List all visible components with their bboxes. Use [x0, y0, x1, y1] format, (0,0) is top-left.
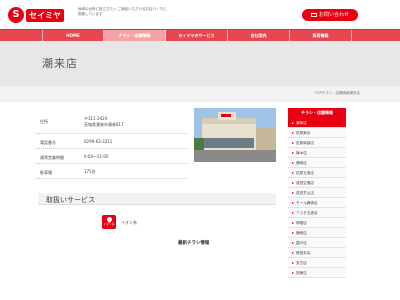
arrow-icon: [292, 152, 294, 154]
sidebar-item-sawara-nanbu[interactable]: 佐原南部店: [288, 138, 346, 148]
info-label: 駐車場: [40, 170, 52, 175]
logo-text: セイミヤ: [26, 8, 64, 22]
sidebar-item-label: 神栖店: [296, 221, 307, 225]
sidebar-item-mall-kashima[interactable]: モール鹿嶋店: [288, 198, 346, 208]
sidebar-item-itako[interactable]: 潮来店: [288, 118, 346, 128]
arrow-icon: [292, 222, 294, 224]
sidebar-item-kamisu[interactable]: 神栖店: [288, 218, 346, 228]
nav-item-services[interactable]: セイミヤのサービス: [166, 30, 228, 41]
nav-item-recruit[interactable]: 採用情報: [290, 30, 352, 41]
arrow-icon: [292, 252, 294, 254]
sidebar-item-label: アスタ玉造店: [296, 211, 318, 215]
arrow-icon: [292, 162, 294, 164]
sidebar-item-narita-shibayama[interactable]: 成田芝山店: [288, 188, 346, 198]
sidebar-item-label: 佐原南部店: [296, 141, 314, 145]
sidebar-item-label: 鹿嶋店: [296, 161, 307, 165]
sidebar-item-label: 多古店: [296, 261, 307, 265]
info-label: 通常営業時間: [40, 155, 64, 160]
sidebar-item-label: 成田芝山店: [296, 191, 314, 195]
site-header: S セイミヤ 地域の台所に役立ちたい ご満足いただけるお店づくりに挑戦しています…: [0, 0, 400, 30]
nav-item-home[interactable]: HOME: [42, 30, 104, 41]
sidebar-item-sawara-tamatsukuri[interactable]: 佐原玉造店: [288, 168, 346, 178]
sidebar-item-label: 鉾田本店: [296, 251, 311, 255]
service-label: イオン系: [121, 220, 137, 225]
arrow-icon: [292, 182, 294, 184]
latest-flyer-heading: 最新チラシ情報: [178, 241, 210, 246]
store-photo: [194, 108, 276, 162]
nav-spacer-left: [0, 30, 42, 41]
sidebar-item-label: 篠木店: [296, 151, 307, 155]
sidebar-item-narita-airport[interactable]: 成田空港店: [288, 178, 346, 188]
waon-icon: イオン系: [102, 215, 116, 229]
arrow-icon: [292, 142, 294, 144]
sidebar-heading: チラシ・店舗情報: [288, 108, 346, 118]
header-tagline: 地域の台所に役立ちたい ご満足いただけるお店づくりに挑戦しています: [78, 7, 167, 16]
info-value-phone[interactable]: 0299-63-3211: [84, 139, 112, 145]
sidebar-item-hokota-honten[interactable]: 鉾田本店: [288, 248, 346, 258]
global-nav: HOME チラシ・店舗情報 セイミヤのサービス 会社案内 採用情報: [0, 29, 400, 41]
sidebar-item-label: モール鹿嶋店: [296, 201, 318, 205]
sidebar-item-label: 佐原東店: [296, 131, 311, 135]
arrow-icon: [292, 132, 294, 134]
arrow-icon: [292, 212, 294, 214]
store-sidebar: チラシ・店舗情報 潮来店 佐原東店 佐原南部店 篠木店 鹿嶋店 佐原玉造店 成田…: [288, 108, 346, 278]
info-label: 電話番号: [40, 140, 56, 145]
page-title: 潮来店: [42, 57, 78, 70]
contact-button-label: お問い合わせ: [318, 12, 349, 18]
arrow-icon: [292, 202, 294, 204]
contact-button[interactable]: お問い合わせ: [302, 9, 358, 21]
breadcrumb[interactable]: TOPチラシ・店舗情報潮来店: [315, 91, 360, 96]
sidebar-item-asta-tamatsukuri[interactable]: アスタ玉造店: [288, 208, 346, 218]
sidebar-item-label: 鹿嶋店: [296, 231, 307, 235]
info-row-address: 住所 〒311-2424 茨城県潮来市潮来817: [36, 115, 188, 134]
nav-item-company[interactable]: 会社案内: [228, 30, 290, 41]
arrow-icon: [292, 122, 294, 124]
sidebar-item-label: 成田空港店: [296, 181, 314, 185]
logo-mark: S: [8, 7, 24, 23]
info-value-hours: 9:00～21:00: [84, 154, 109, 159]
arrow-icon: [292, 192, 294, 194]
sidebar-item-shinoki[interactable]: 篠木店: [288, 148, 346, 158]
arrow-icon: [292, 242, 294, 244]
arrow-icon: [292, 262, 294, 264]
arrow-icon: [292, 172, 294, 174]
sidebar-item-asahi-higashi[interactable]: 旭東店: [288, 268, 346, 278]
info-value-parking: 175台: [84, 169, 96, 174]
services-title: 取扱いサービス: [46, 196, 95, 204]
info-label: 住所: [40, 119, 48, 124]
sidebar-item-kashima-2[interactable]: 鹿嶋店: [288, 228, 346, 238]
mail-icon: [310, 12, 317, 17]
sidebar-item-label: 旭東店: [296, 271, 307, 275]
page: S セイミヤ 地域の台所に役立ちたい ご満足いただけるお店づくりに挑戦しています…: [0, 0, 400, 300]
nav-item-flyer-stores[interactable]: チラシ・店舗情報: [104, 30, 166, 41]
info-value-address: 茨城県潮来市潮来817: [84, 122, 124, 127]
store-photo-image: [194, 108, 276, 162]
info-row-parking: 駐車場 175台: [36, 167, 188, 179]
arrow-icon: [292, 232, 294, 234]
sidebar-item-label: 嬉戸店: [296, 241, 307, 245]
site-logo[interactable]: S セイミヤ: [8, 7, 64, 23]
sidebar-item-kashima[interactable]: 鹿嶋店: [288, 158, 346, 168]
sidebar-item-ureshido[interactable]: 嬉戸店: [288, 238, 346, 248]
sidebar-item-tako[interactable]: 多古店: [288, 258, 346, 268]
sidebar-item-label: 佐原玉造店: [296, 171, 314, 175]
arrow-icon: [292, 272, 294, 274]
sidebar-item-label: 潮来店: [296, 121, 307, 125]
sidebar-item-sawara-higashi[interactable]: 佐原東店: [288, 128, 346, 138]
info-row-hours: 通常営業時間 9:00～21:00: [36, 152, 188, 164]
info-row-phone: 電話番号 0299-63-3211: [36, 137, 188, 149]
